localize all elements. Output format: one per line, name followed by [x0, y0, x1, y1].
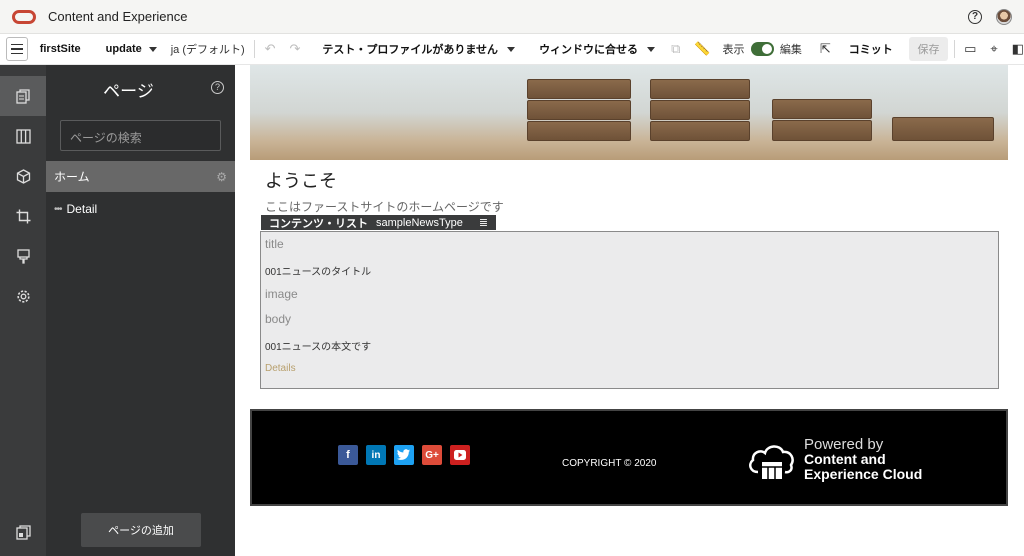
side-panel-icon[interactable]: ◧: [1012, 34, 1024, 65]
component-menu-icon[interactable]: ≣: [479, 216, 488, 229]
page-item-label: Detail: [66, 202, 98, 216]
content-list-component[interactable]: title 001ニュースのタイトル image body 001ニュースの本文…: [260, 231, 999, 389]
user-avatar[interactable]: [996, 9, 1012, 25]
editor-toolbar: firstSite update ja (デフォルト) ↶ ↷ テスト・プロファ…: [0, 34, 1024, 65]
location-pin-icon[interactable]: ⌖: [990, 34, 997, 65]
wood-block: [772, 120, 872, 141]
field-value-title: 001ニュースのタイトル: [265, 267, 372, 278]
wood-block: [527, 121, 631, 141]
chevron-down-icon: [647, 46, 656, 52]
layouts-icon[interactable]: [0, 116, 46, 156]
toolbar-divider: [253, 40, 255, 58]
google-plus-icon[interactable]: G+: [422, 445, 442, 465]
update-dropdown[interactable]: update: [106, 34, 157, 65]
page-item-detail[interactable]: ••• Detail: [46, 198, 235, 220]
field-label-body: body: [265, 312, 292, 326]
app-header: Content and Experience ?: [0, 0, 1024, 34]
page-item-label: ホーム: [54, 170, 90, 184]
powered-by-logo[interactable]: Powered by Content and Experience Cloud: [746, 437, 922, 482]
copyright-text: COPYRIGHT © 2020: [562, 458, 657, 469]
comment-icon[interactable]: ▭: [964, 34, 976, 65]
details-link[interactable]: Details: [265, 363, 296, 374]
settings-gear-icon[interactable]: [0, 276, 46, 316]
oracle-logo-icon[interactable]: [12, 9, 36, 24]
welcome-heading[interactable]: ようこそ: [265, 167, 337, 193]
commit-button[interactable]: コミット: [849, 34, 893, 65]
wood-block: [527, 79, 631, 99]
language-selector[interactable]: ja (デフォルト): [171, 34, 245, 65]
site-footer[interactable]: f in G+ COPYRIGHT © 2020 Powered by Cont…: [250, 409, 1008, 506]
add-page-button[interactable]: ページの追加: [81, 513, 201, 547]
redo-icon[interactable]: ↷: [289, 34, 300, 65]
cloud-logo-icon: [749, 444, 794, 479]
social-links: f in G+: [338, 445, 470, 465]
test-profile-dropdown[interactable]: テスト・プロファイルがありません: [322, 34, 516, 65]
wood-block: [527, 100, 631, 120]
toolbar-divider: [954, 40, 956, 58]
left-icon-rail: [0, 65, 46, 556]
crop-icon[interactable]: [0, 196, 46, 236]
wood-block: [650, 79, 750, 99]
update-label: update: [105, 43, 142, 55]
page-settings-gear-icon[interactable]: ⚙: [216, 170, 227, 184]
wood-block: [650, 121, 750, 141]
test-profile-label: テスト・プロファイルがありません: [322, 44, 499, 56]
youtube-icon[interactable]: [450, 445, 470, 465]
edit-mode-toggle[interactable]: [750, 42, 774, 56]
wood-block: [772, 99, 872, 119]
powered-by-line3: Experience Cloud: [804, 466, 923, 482]
menu-icon[interactable]: [6, 37, 28, 61]
device-preview-icon[interactable]: ⧉: [671, 34, 680, 65]
panel-title: ページ: [103, 82, 154, 101]
app-title: Content and Experience: [48, 9, 188, 24]
paint-brush-icon[interactable]: [0, 236, 46, 276]
wood-block: [892, 117, 994, 141]
external-link-icon[interactable]: ⇱: [820, 34, 831, 65]
ruler-icon[interactable]: 📏: [694, 34, 710, 65]
site-name: firstSite: [39, 43, 81, 55]
twitter-icon[interactable]: [394, 445, 414, 465]
wood-block: [650, 100, 750, 120]
fit-window-dropdown[interactable]: ウィンドウに合せる: [539, 34, 656, 65]
page-canvas: ようこそ ここはファーストサイトのホームページです コンテンツ・リスト samp…: [235, 65, 1024, 556]
welcome-paragraph[interactable]: ここはファーストサイトのホームページです: [265, 198, 504, 215]
components-cube-icon[interactable]: [0, 156, 46, 196]
help-icon[interactable]: ?: [968, 10, 982, 24]
page-search-input[interactable]: ページの検索: [60, 120, 221, 151]
edit-label: 編集: [779, 44, 802, 56]
field-label-title: title: [265, 237, 284, 251]
content-list-label[interactable]: コンテンツ・リスト sampleNewsType ≣: [261, 215, 497, 230]
hero-image[interactable]: [250, 65, 1008, 160]
content-type-name: sampleNewsType: [376, 216, 463, 229]
view-label: 表示: [722, 44, 745, 56]
chevron-down-icon: [507, 46, 516, 52]
header-actions: ?: [968, 0, 1012, 34]
facebook-icon[interactable]: f: [338, 445, 358, 465]
powered-by-line1: Powered by: [804, 436, 884, 453]
linkedin-icon[interactable]: in: [366, 445, 386, 465]
site-properties-icon[interactable]: [0, 512, 46, 552]
fit-window-label: ウィンドウに合せる: [539, 44, 639, 56]
chevron-down-icon: [148, 46, 157, 52]
drag-handle-icon[interactable]: •••: [54, 204, 62, 215]
help-icon[interactable]: ?: [211, 81, 224, 94]
pages-panel: ページ ? ページの検索 ホーム ⚙ ••• Detail ページの追加: [46, 65, 235, 556]
pages-icon[interactable]: [0, 76, 46, 116]
field-value-body: 001ニュースの本文です: [265, 342, 372, 353]
field-label-image: image: [265, 287, 298, 301]
powered-by-line2: Content and: [804, 451, 886, 467]
save-button[interactable]: 保存: [908, 37, 949, 61]
content-list-title: コンテンツ・リスト: [269, 217, 368, 230]
undo-icon[interactable]: ↶: [265, 34, 276, 65]
page-item-home[interactable]: ホーム ⚙: [46, 161, 235, 192]
